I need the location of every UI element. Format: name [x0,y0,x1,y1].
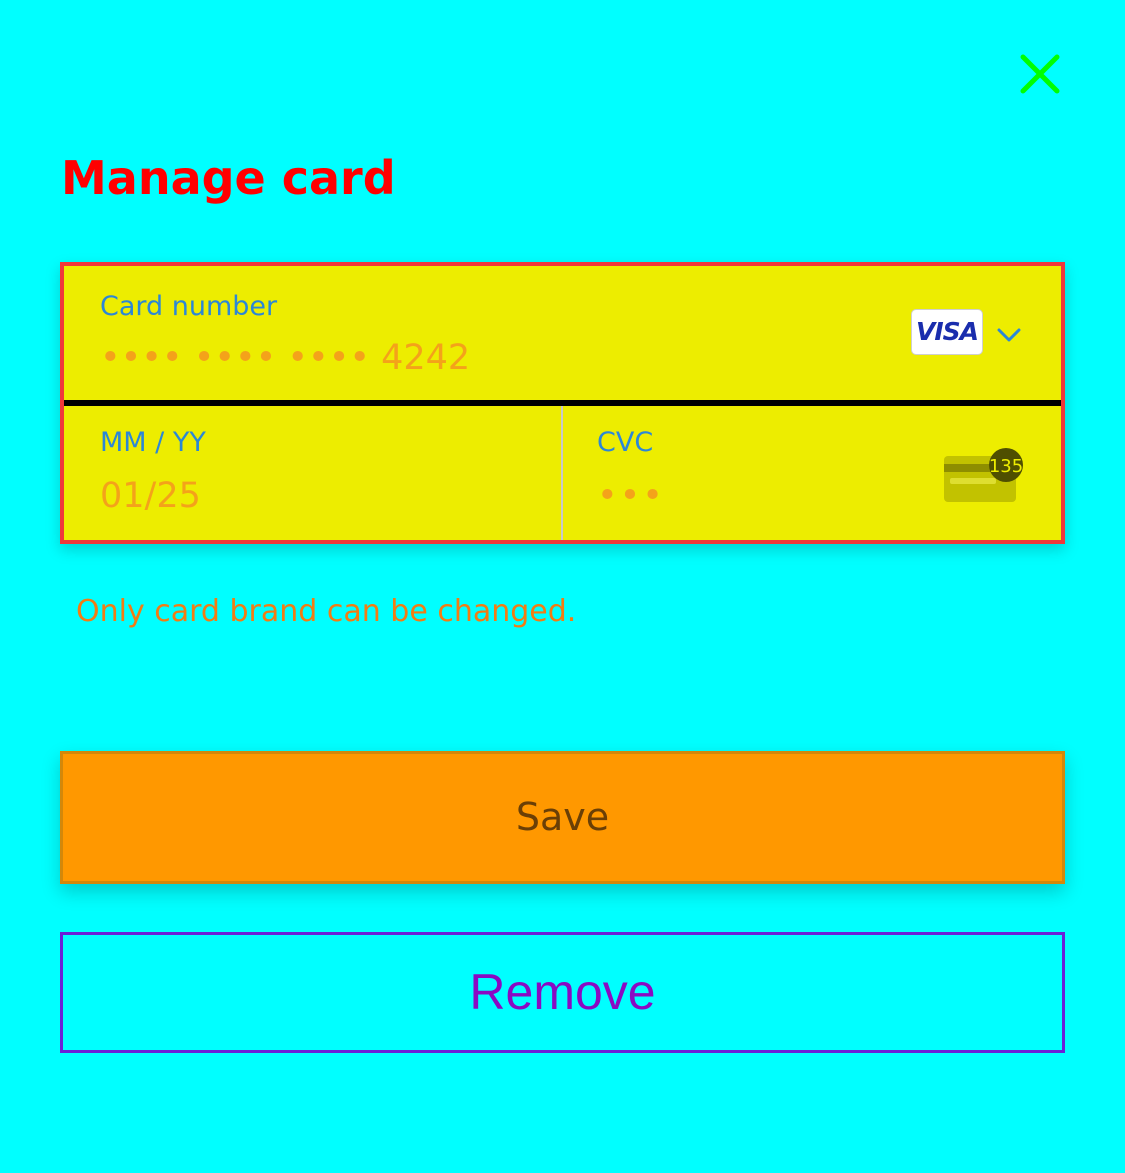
close-button[interactable] [1010,44,1070,104]
brand-dropdown-button[interactable] [994,322,1024,348]
card-back-cvc-icon: 135 [944,448,1023,502]
cvc-label: CVC [597,427,654,458]
page-title: Manage card [61,151,396,205]
cvc-icon-number: 135 [989,456,1023,477]
card-brand-name: VISA [915,317,979,346]
expiry-label: MM / YY [100,427,206,458]
card-form: Card number •••• •••• •••• 4242 VISA MM … [60,262,1065,544]
helper-text: Only card brand can be changed. [76,594,577,629]
expiry-value[interactable]: 01/25 [100,474,201,518]
cvc-field[interactable]: CVC ••• 135 [563,406,1061,540]
save-button[interactable]: Save [60,751,1065,884]
chevron-down-icon [997,328,1021,342]
cvc-value[interactable]: ••• [597,474,665,518]
visa-logo-icon[interactable]: VISA [911,309,983,355]
close-icon [1020,54,1060,94]
remove-button[interactable]: Remove [60,932,1065,1053]
card-number-field[interactable]: Card number •••• •••• •••• 4242 VISA [64,266,1061,400]
remove-button-label: Remove [469,964,656,1020]
expiry-field[interactable]: MM / YY 01/25 [64,406,561,540]
card-number-value[interactable]: •••• •••• •••• 4242 [100,336,470,380]
card-number-label: Card number [100,291,278,322]
save-button-label: Save [515,795,610,839]
